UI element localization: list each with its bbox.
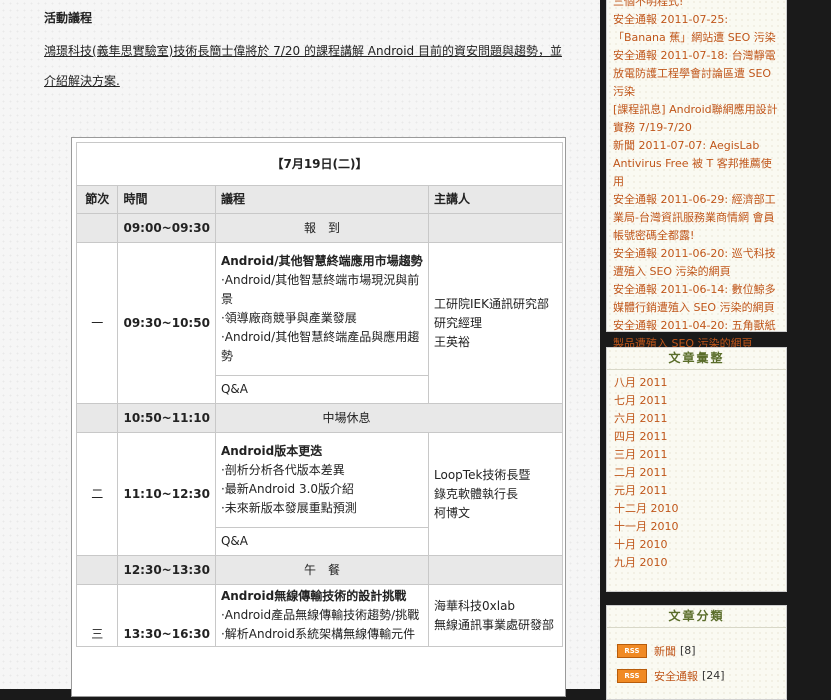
main-content: 活動議程 鴻璟科技(義隼思實驗室)技術長簡士偉將於 7/20 的課程講解 And…: [0, 0, 600, 697]
rss-icon[interactable]: RSS: [617, 668, 647, 683]
speaker-cell: 工研院IEK通訊研究部 研究經理 王英裕: [428, 242, 563, 404]
lunch-label: 午 餐: [214, 555, 430, 585]
header-program: 議程: [214, 185, 430, 214]
program-item: ·剖析分析各代版本差異: [220, 463, 345, 477]
program-title: Android/其他智慧終端應用市場趨勢: [220, 254, 423, 268]
category-title: 文章分類: [607, 606, 786, 628]
archive-link[interactable]: 八月 2011: [614, 374, 779, 392]
program-title: Android無線傳輸技術的設計挑戰: [220, 589, 407, 603]
speaker-line: 柯博文: [434, 505, 471, 520]
table-row: 12:30~13:30 午 餐: [75, 555, 563, 585]
post-link[interactable]: [課程訊息] Android聯網應用設計實務 7/19-7/20: [613, 101, 780, 137]
time-cell: 13:30~16:30: [117, 584, 216, 647]
program-cell: Android版本更迭 ·剖析分析各代版本差異 ·最新Android 3.0版介…: [214, 432, 430, 528]
speaker-line: 無線通訊事業處研發部: [434, 617, 555, 632]
category-item[interactable]: RSS 新聞 [8]: [607, 638, 786, 663]
post-link[interactable]: 安全通報 2011-06-29: 經濟部工業局-台灣資訊服務業商情網 會員帳號密…: [613, 191, 780, 245]
program-title: Android版本更迭: [220, 444, 323, 458]
category-count: [8]: [680, 644, 696, 657]
header-no: 節次: [75, 185, 119, 214]
category-link[interactable]: 安全通報: [654, 668, 698, 684]
archive-list: 八月 2011 七月 2011 六月 2011 四月 2011 三月 2011 …: [607, 370, 786, 576]
time-cell: 12:30~13:30: [117, 555, 216, 585]
post-link[interactable]: 安全通報 2011-07-18: 台灣靜電放電防護工程學會討論區遭 SEO 污染: [613, 47, 780, 101]
archive-link[interactable]: 十一月 2010: [614, 518, 779, 536]
session-no: 二: [75, 432, 119, 556]
archive-title: 文章彙整: [607, 348, 786, 370]
empty-cell: [428, 213, 563, 243]
archive-link[interactable]: 十二月 2010: [614, 500, 779, 518]
registration-label: 報 到: [214, 213, 430, 243]
time-cell: 11:10~12:30: [117, 432, 216, 556]
speaker-line: 工研院IEK通訊研究部: [434, 296, 549, 311]
archive-box: 文章彙整 八月 2011 七月 2011 六月 2011 四月 2011 三月 …: [606, 347, 787, 592]
post-link[interactable]: 安全通報 2011-07-25: 「Banana 蕉」網站遭 SEO 污染: [613, 11, 780, 47]
time-cell: 09:30~10:50: [117, 242, 216, 404]
program-item: ·解析Android系統架構無線傳輸元件: [220, 627, 416, 641]
header-speaker: 主講人: [428, 185, 563, 214]
qa-cell: Q&A: [214, 527, 430, 556]
post-link[interactable]: 安全通報 2011-06-14: 數位鯨多媒體行銷遭殖入 SEO 污染的網頁: [613, 281, 780, 317]
speaker-line: 王英裕: [434, 334, 471, 349]
day-title: 【7月19日(二)】: [76, 142, 563, 186]
speaker-line: LoopTek技術長暨: [434, 467, 531, 482]
archive-link[interactable]: 九月 2010: [614, 554, 779, 572]
qa-cell: Q&A: [214, 375, 430, 404]
category-count: [24]: [702, 669, 725, 682]
program-item: ·Android/其他智慧終端產品與應用趨勢: [220, 330, 420, 363]
post-link[interactable]: 安全通報 2011-06-20: 巡弋科技遭殖入 SEO 污染的網頁: [613, 245, 780, 281]
section-title: 活動議程: [44, 11, 93, 25]
time-cell: 09:00~09:30: [117, 213, 216, 243]
rss-icon[interactable]: RSS: [617, 643, 647, 658]
program-item: ·最新Android 3.0版介紹: [220, 482, 355, 496]
schedule-frame: 【7月19日(二)】 節次 時間 議程 主講人 09:00~09:30 報 到 …: [71, 137, 566, 697]
recent-posts-list: 三個不明程式! 安全通報 2011-07-25: 「Banana 蕉」網站遭 S…: [607, 0, 786, 353]
empty-cell: [75, 555, 119, 585]
break-label: 中場休息: [214, 403, 564, 433]
program-item: ·Android產品無線傳輸技術趨勢/挑戰: [220, 608, 420, 622]
archive-link[interactable]: 十月 2010: [614, 536, 779, 554]
header-time: 時間: [117, 185, 216, 214]
table-row: 一 09:30~10:50 Android/其他智慧終端應用市場趨勢 ·Andr…: [75, 242, 563, 404]
speaker-cell: LoopTek技術長暨 錄克軟體執行長 柯博文: [428, 432, 563, 556]
table-row: 10:50~11:10 中場休息: [75, 403, 564, 433]
table-header-row: 節次 時間 議程 主講人: [75, 185, 563, 214]
session-no: 三: [75, 584, 119, 647]
table-row: 三 13:30~16:30 Android無線傳輸技術的設計挑戰 ·Androi…: [75, 584, 563, 647]
time-cell: 10:50~11:10: [117, 403, 216, 433]
recent-posts-box: 三個不明程式! 安全通報 2011-07-25: 「Banana 蕉」網站遭 S…: [606, 0, 787, 350]
category-item[interactable]: RSS 安全通報 [24]: [607, 663, 786, 688]
program-item: ·領導廠商競爭與產業發展: [220, 311, 357, 325]
program-item: ·Android/其他智慧終端市場現況與前景: [220, 273, 420, 306]
archive-link[interactable]: 六月 2011: [614, 410, 779, 428]
speaker-line: 海華科技0xlab: [434, 598, 516, 613]
schedule-table: 【7月19日(二)】 節次 時間 議程 主講人 09:00~09:30 報 到 …: [75, 142, 564, 647]
category-link[interactable]: 新聞: [654, 643, 676, 659]
category-box: 文章分類 RSS 新聞 [8] RSS 安全通報 [24]: [606, 605, 787, 700]
archive-link[interactable]: 四月 2011: [614, 428, 779, 446]
speaker-line: 研究經理: [434, 315, 483, 330]
intro-link[interactable]: 鴻璟科技(義隼思實驗室)技術長簡士偉將於 7/20 的課程講解 Android …: [44, 36, 564, 96]
table-row: 09:00~09:30 報 到: [75, 213, 563, 243]
archive-link[interactable]: 二月 2011: [614, 464, 779, 482]
archive-link[interactable]: 七月 2011: [614, 392, 779, 410]
speaker-cell: 海華科技0xlab 無線通訊事業處研發部: [428, 584, 563, 647]
program-cell: Android/其他智慧終端應用市場趨勢 ·Android/其他智慧終端市場現況…: [214, 242, 430, 376]
empty-cell: [75, 213, 119, 243]
post-link[interactable]: 新聞 2011-07-07: AegisLab Antivirus Free 被…: [613, 137, 780, 191]
post-link[interactable]: 三個不明程式!: [613, 0, 780, 11]
table-row: 二 11:10~12:30 Android版本更迭 ·剖析分析各代版本差異 ·最…: [75, 432, 563, 556]
empty-cell: [75, 403, 119, 433]
program-item: ·未來新版本發展重點預測: [220, 501, 357, 515]
archive-link[interactable]: 三月 2011: [614, 446, 779, 464]
speaker-line: 錄克軟體執行長: [434, 486, 519, 501]
empty-cell: [428, 555, 563, 585]
program-cell: Android無線傳輸技術的設計挑戰 ·Android產品無線傳輸技術趨勢/挑戰…: [214, 584, 430, 647]
session-no: 一: [75, 242, 119, 404]
archive-link[interactable]: 元月 2011: [614, 482, 779, 500]
